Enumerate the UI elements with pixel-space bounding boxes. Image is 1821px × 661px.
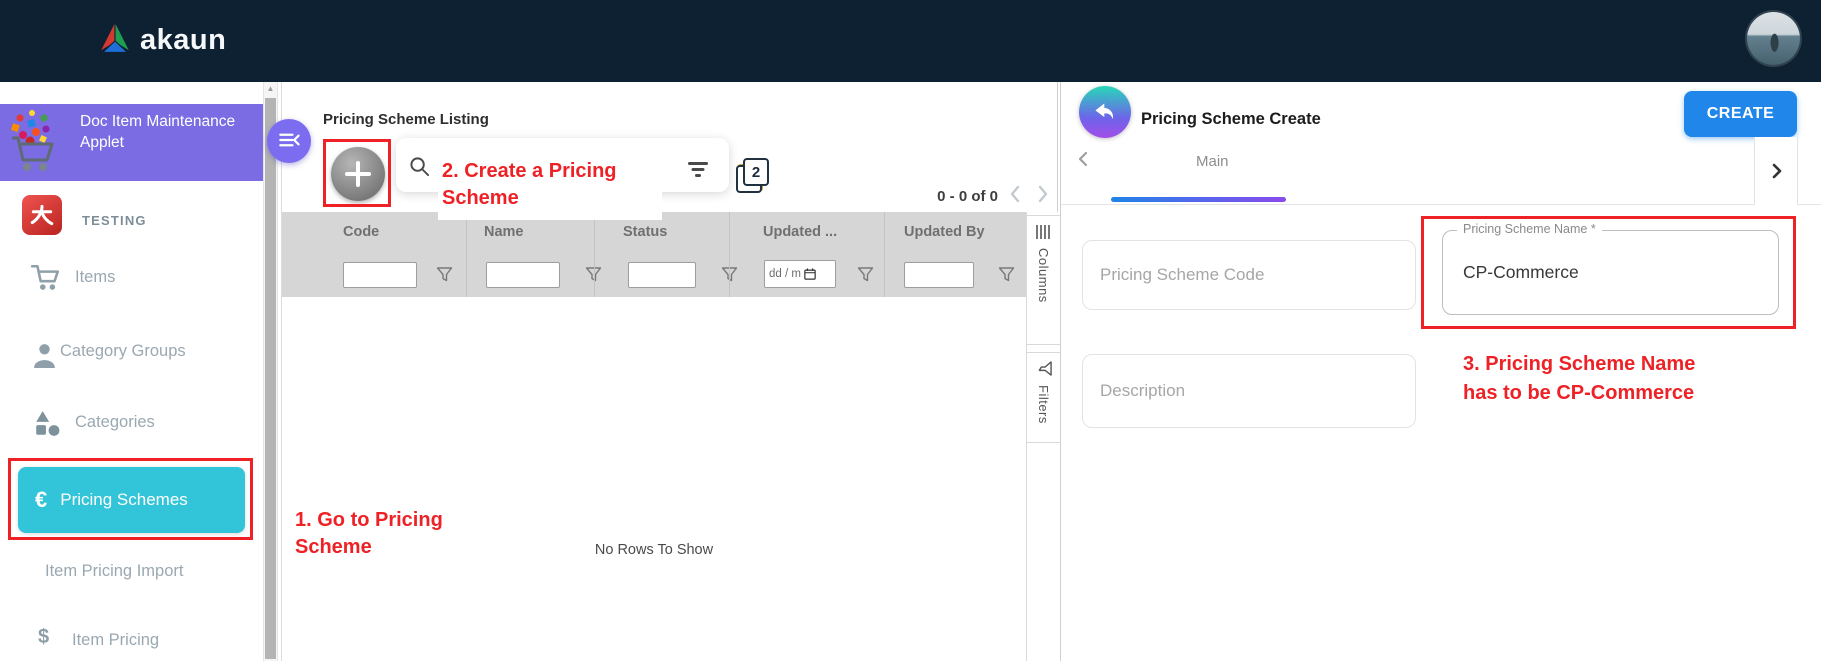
column-header-code[interactable]: Code: [343, 224, 379, 240]
grid-tool-tabs: Columns Filters: [1026, 212, 1060, 661]
create-tabbar: Main: [1061, 137, 1821, 205]
person-icon: [32, 342, 57, 374]
updated-by-funnel-icon[interactable]: [998, 267, 1015, 282]
annotation-step3: 3. Pricing Scheme Name has to be CP-Comm…: [1463, 353, 1696, 404]
tab-scroll-left-icon[interactable]: [1076, 150, 1091, 173]
tab-columns[interactable]: Columns: [1027, 215, 1060, 345]
column-header-updated-by[interactable]: Updated By: [904, 224, 985, 240]
description-field[interactable]: Description: [1082, 354, 1416, 428]
code-filter-input[interactable]: [343, 262, 417, 288]
scrollbar-thumb[interactable]: [265, 98, 276, 659]
pagination-prev-icon[interactable]: [1007, 184, 1023, 209]
tab-main[interactable]: Main: [1196, 153, 1229, 170]
testing-app-icon[interactable]: [22, 195, 62, 235]
table-filter-row: dd / m: [282, 252, 1026, 297]
collapse-menu-icon: [276, 127, 302, 156]
updated-by-filter-input[interactable]: [904, 262, 974, 288]
akaun-logo-icon: [97, 20, 133, 61]
search-icon: [409, 156, 430, 182]
applet-header[interactable]: Doc Item Maintenance Applet: [0, 104, 263, 181]
sidebar-item-category-groups[interactable]: Category Groups: [60, 342, 186, 361]
listing-title: Pricing Scheme Listing: [323, 111, 489, 128]
sidebar: Doc Item Maintenance Applet ▲ TESTING It…: [0, 82, 311, 661]
calendar-icon: [804, 268, 816, 280]
column-header-name[interactable]: Name: [484, 224, 524, 240]
column-header-status[interactable]: Status: [623, 224, 667, 240]
updated-funnel-icon[interactable]: [857, 267, 874, 282]
pagination-next-icon[interactable]: [1035, 184, 1051, 209]
updated-date-filter-input[interactable]: dd / m: [764, 260, 836, 288]
tab-filters[interactable]: Filters: [1027, 352, 1060, 443]
applet-cart-icon: [6, 108, 62, 176]
sidebar-item-categories[interactable]: Categories: [75, 413, 155, 432]
dollar-icon: $: [38, 626, 50, 648]
create-button[interactable]: CREATE: [1684, 91, 1797, 137]
user-avatar[interactable]: [1747, 12, 1800, 65]
shapes-icon: [33, 410, 61, 443]
column-header-updated[interactable]: Updated ...: [763, 224, 837, 240]
annotation-rect-step3: [1421, 216, 1796, 329]
sidebar-item-item-pricing-import[interactable]: Item Pricing Import: [45, 562, 183, 581]
filter-list-icon[interactable]: [687, 162, 709, 178]
status-filter-input[interactable]: [628, 262, 696, 288]
tab-scroll-right-icon: [1772, 163, 1781, 179]
back-arrow-icon: [1090, 96, 1120, 129]
sidebar-item-item-pricing[interactable]: Item Pricing: [72, 631, 159, 650]
annotation-step2: 2. Create a Pricing Scheme: [438, 156, 662, 220]
pricing-scheme-listing-panel: Pricing Scheme Listing 2. Create a Prici…: [281, 82, 1060, 661]
duplicate-pages-icon[interactable]: 2: [736, 158, 770, 194]
top-navbar: akaun: [0, 0, 1821, 82]
annotation-rect-step1: [8, 458, 253, 540]
sidebar-collapse-button[interactable]: [267, 119, 311, 163]
columns-icon: [1035, 224, 1052, 240]
sidebar-scrollbar[interactable]: ▲: [263, 82, 278, 661]
pricing-scheme-code-placeholder: Pricing Scheme Code: [1100, 265, 1265, 284]
pricing-scheme-create-panel: Pricing Scheme Create CREATE Main Pricin…: [1060, 82, 1821, 661]
logo-text: akaun: [140, 24, 227, 56]
tab-scroll-right[interactable]: [1754, 137, 1798, 205]
name-filter-input[interactable]: [486, 262, 560, 288]
back-button[interactable]: [1079, 86, 1131, 138]
scrollbar-up-arrow[interactable]: ▲: [264, 84, 277, 93]
cart-icon: [30, 262, 62, 299]
app-window: akaun Doc Item Maintenance Applet ▲ TEST…: [0, 0, 1821, 661]
pricing-scheme-table: Code Name Status Updated ... Updated By …: [282, 212, 1026, 661]
sidebar-item-items[interactable]: Items: [75, 268, 115, 287]
annotation-rect-step2: [323, 139, 391, 207]
create-panel-title: Pricing Scheme Create: [1141, 110, 1321, 128]
code-funnel-icon[interactable]: [436, 267, 453, 282]
active-tab-underline: [1111, 197, 1286, 202]
pricing-scheme-code-field[interactable]: Pricing Scheme Code: [1082, 240, 1416, 310]
applet-title: Doc Item Maintenance Applet: [80, 113, 236, 151]
funnel-icon: [1036, 361, 1052, 377]
pagination-summary: 0 - 0 of 0: [937, 188, 998, 205]
akaun-logo[interactable]: akaun: [97, 20, 226, 61]
description-placeholder: Description: [1100, 381, 1186, 400]
annotation-step1: 1. Go to Pricing Scheme: [291, 501, 469, 589]
sidebar-section-label: TESTING: [82, 213, 147, 228]
